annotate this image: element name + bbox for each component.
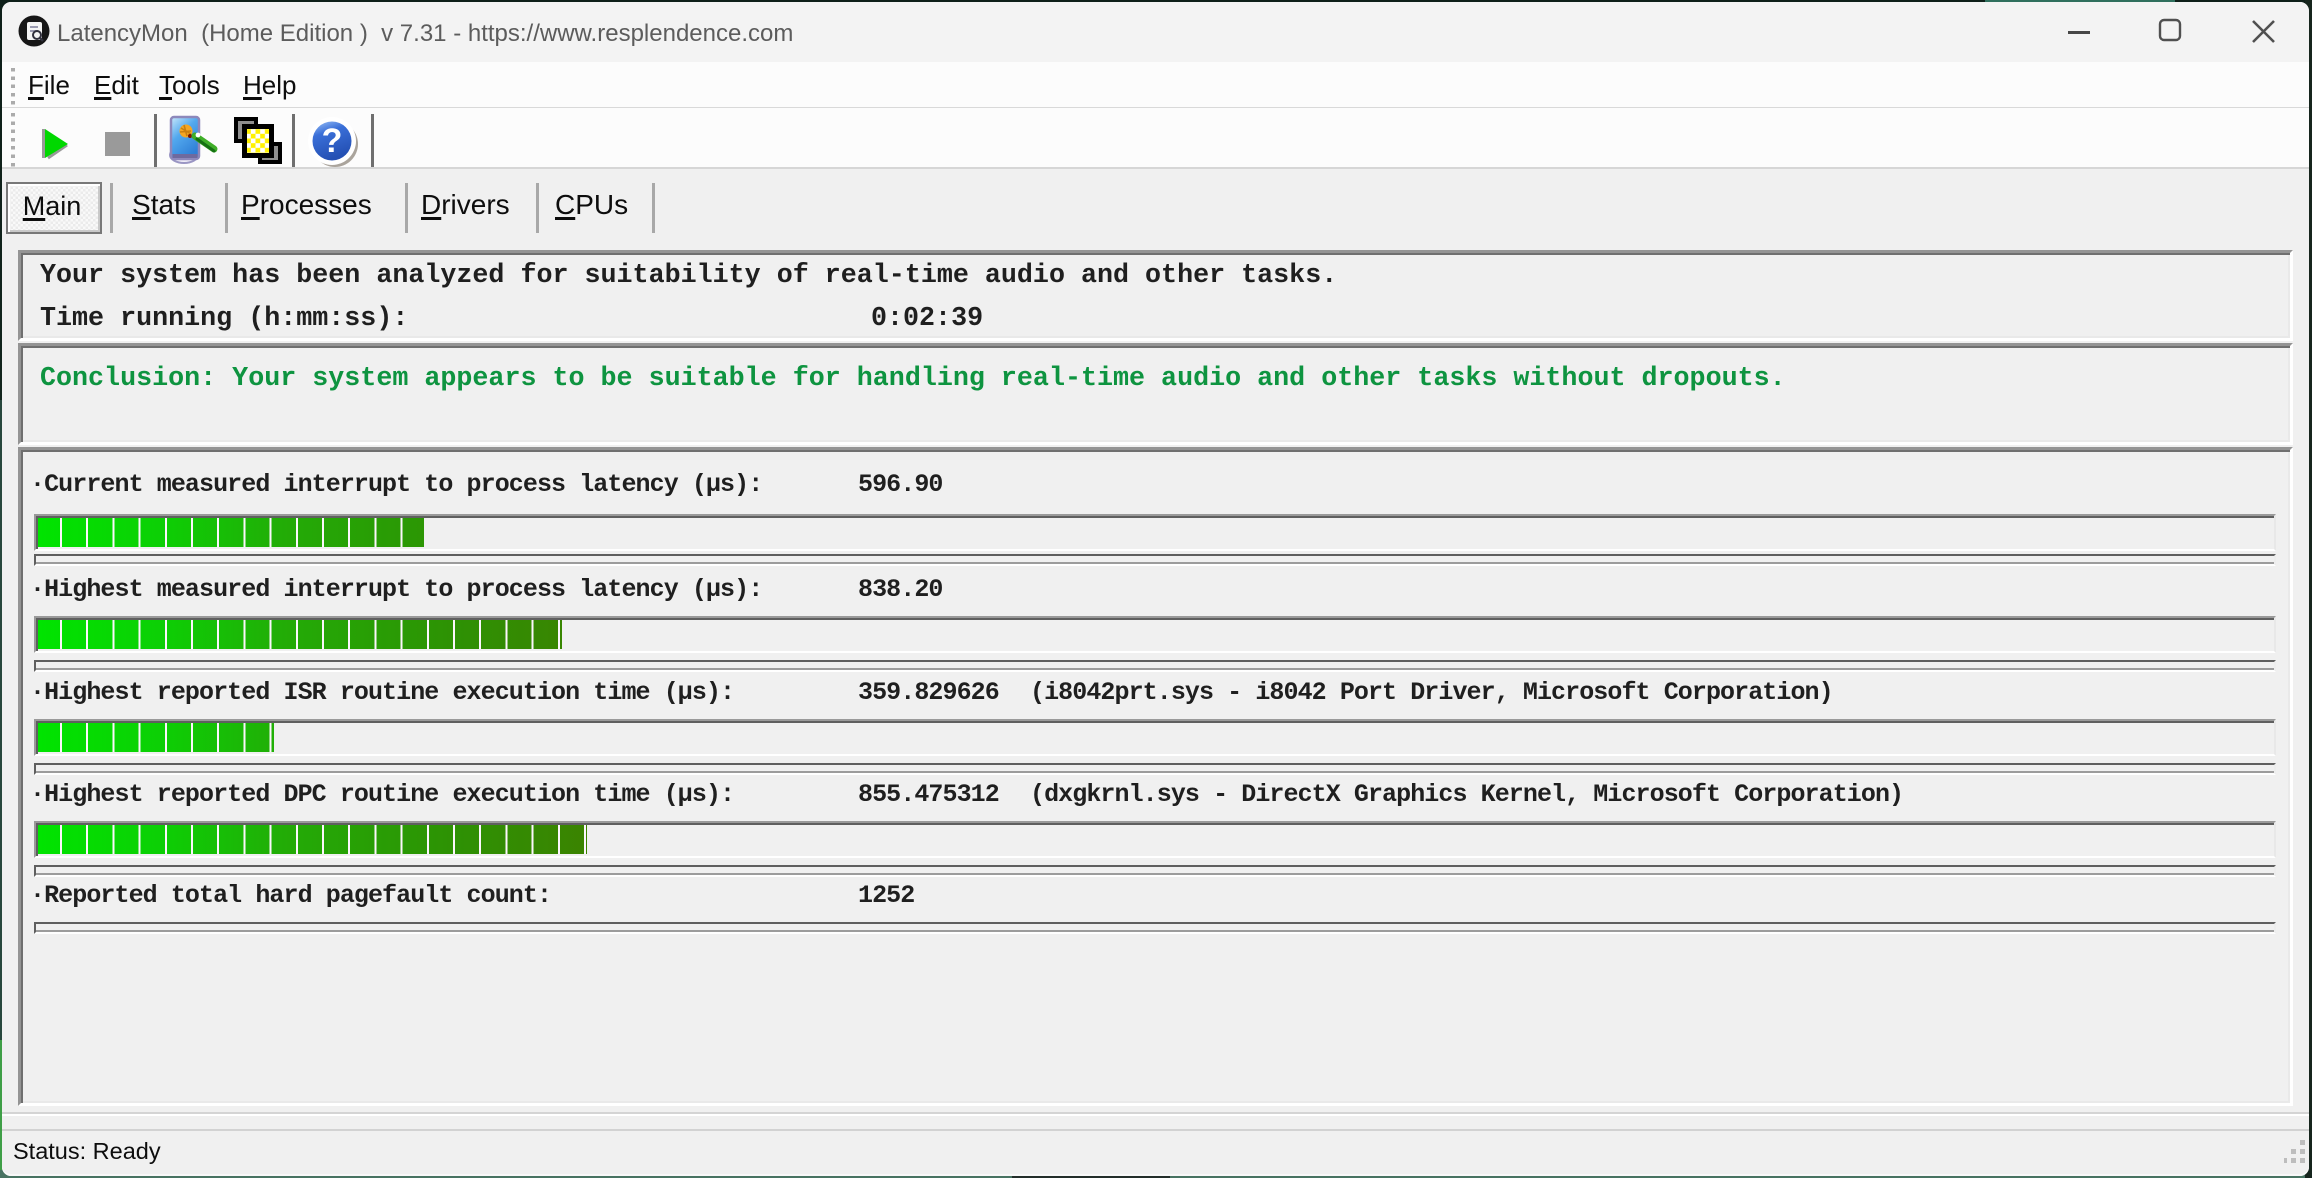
svg-text:?: ? [322,122,343,160]
